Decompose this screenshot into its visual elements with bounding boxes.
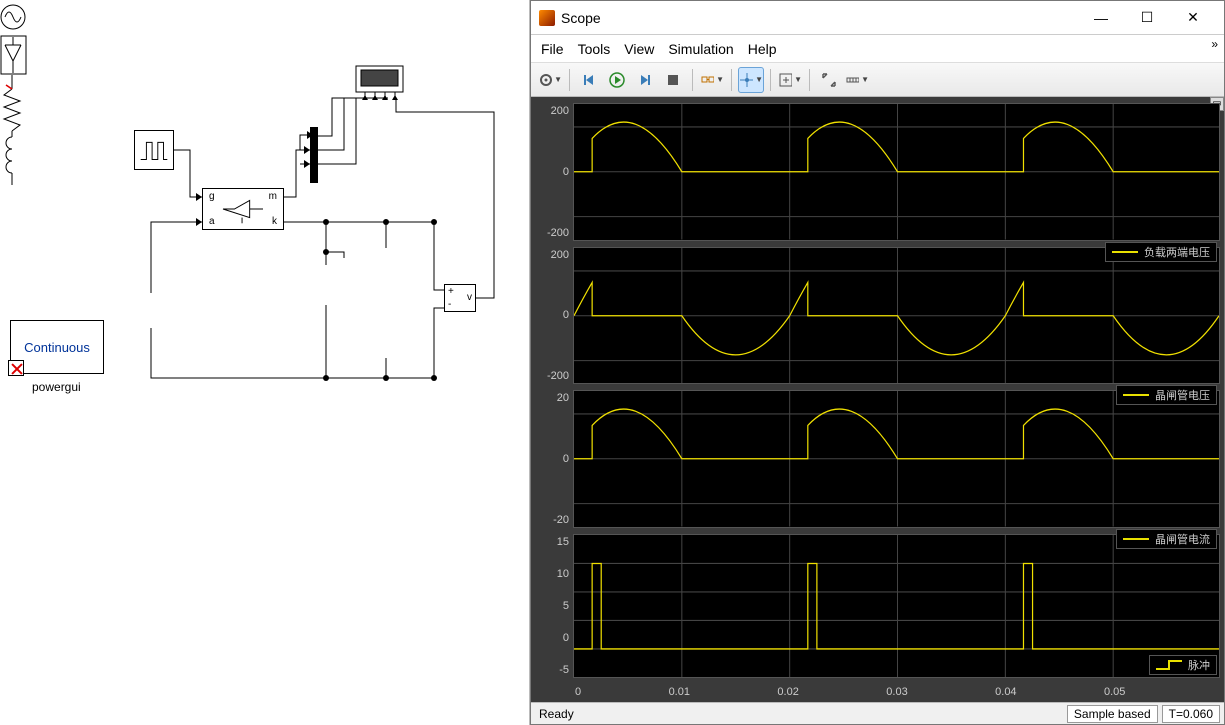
more-icon[interactable]: » <box>1211 37 1218 51</box>
plots-area[interactable]: ▭ 200 0 -200 <box>531 97 1224 702</box>
toolbar[interactable]: ▼ ▼ ▼ ▼ ▼ <box>531 63 1224 97</box>
diode-block[interactable] <box>0 35 27 75</box>
menu-view[interactable]: View <box>624 41 654 57</box>
configure-button[interactable]: ▼ <box>537 67 563 93</box>
titlebar[interactable]: Scope — ☐ ✕ <box>531 1 1224 35</box>
axes-2[interactable]: 200 0 -200 晶闸管电压 <box>535 247 1220 385</box>
status-mode: Sample based <box>1067 705 1158 723</box>
maximize-button[interactable]: ☐ <box>1124 3 1170 33</box>
thyristor-block[interactable]: g m a k <box>202 188 284 230</box>
matlab-icon <box>539 10 555 26</box>
scale-button[interactable] <box>816 67 842 93</box>
simulink-canvas[interactable]: Continuous powergui g m a k <box>0 0 530 725</box>
close-button[interactable]: ✕ <box>1170 3 1216 33</box>
scope-window: Scope — ☐ ✕ File Tools View Simulation H… <box>530 0 1225 725</box>
run-button[interactable] <box>604 67 630 93</box>
powergui-caption: powergui <box>32 380 81 394</box>
axes-3-yticks: 20 0 -20 <box>535 390 573 528</box>
vm-minus: - <box>448 299 451 310</box>
separator <box>770 69 771 91</box>
menubar[interactable]: File Tools View Simulation Help » <box>531 35 1224 63</box>
port-g: g <box>209 191 215 202</box>
separator <box>809 69 810 91</box>
x-ticks: 0 0.01 0.02 0.03 0.04 0.05 <box>535 684 1220 698</box>
statusbar: Ready Sample based T=0.060 <box>531 702 1224 724</box>
legend-3[interactable]: 晶闸管电流 <box>1116 529 1217 549</box>
cursor-button[interactable]: ▼ <box>738 67 764 93</box>
vm-plus: + <box>448 286 454 297</box>
axes-4[interactable]: 15 10 5 0 -5 <box>535 534 1220 678</box>
powergui-block[interactable]: Continuous <box>10 320 104 374</box>
pulse-generator-block[interactable] <box>134 130 174 170</box>
menu-simulation[interactable]: Simulation <box>668 41 733 57</box>
menu-tools[interactable]: Tools <box>578 41 611 57</box>
separator <box>692 69 693 91</box>
vm-v: v <box>467 292 472 303</box>
bus-creator-block[interactable] <box>310 127 318 183</box>
zoom-button[interactable]: ▼ <box>777 67 803 93</box>
separator <box>569 69 570 91</box>
axes-2-yticks: 200 0 -200 <box>535 247 573 385</box>
legend-2[interactable]: 晶闸管电压 <box>1116 385 1217 405</box>
port-k: k <box>272 216 277 227</box>
highlight-button[interactable]: ▼ <box>699 67 725 93</box>
stop-button[interactable] <box>660 67 686 93</box>
axes-3[interactable]: 20 0 -20 晶闸管电流 <box>535 390 1220 528</box>
powergui-mode: Continuous <box>24 340 90 355</box>
scope-block[interactable] <box>355 65 404 101</box>
window-title: Scope <box>561 10 1078 26</box>
ac-source-block[interactable] <box>0 0 26 35</box>
step-back-button[interactable] <box>576 67 602 93</box>
separator <box>731 69 732 91</box>
legend-4[interactable]: 脉冲 <box>1149 655 1217 675</box>
menu-help[interactable]: Help <box>748 41 777 57</box>
status-time: T=0.060 <box>1162 705 1220 723</box>
step-forward-button[interactable] <box>632 67 658 93</box>
rl-branch-block[interactable] <box>0 75 25 185</box>
axes-1[interactable]: 200 0 -200 负载两端电压 <box>535 103 1220 241</box>
axes-1-yticks: 200 0 -200 <box>535 103 573 241</box>
status-text: Ready <box>535 707 1063 721</box>
port-m: m <box>269 191 277 202</box>
broken-link-icon <box>8 360 24 376</box>
measure-button[interactable]: ▼ <box>844 67 870 93</box>
menu-file[interactable]: File <box>541 41 564 57</box>
voltage-measurement-block[interactable]: + - v <box>444 284 476 312</box>
minimize-button[interactable]: — <box>1078 3 1124 33</box>
axes-4-yticks: 15 10 5 0 -5 <box>535 534 573 678</box>
legend-1[interactable]: 负载两端电压 <box>1105 242 1217 262</box>
port-a: a <box>209 216 215 227</box>
